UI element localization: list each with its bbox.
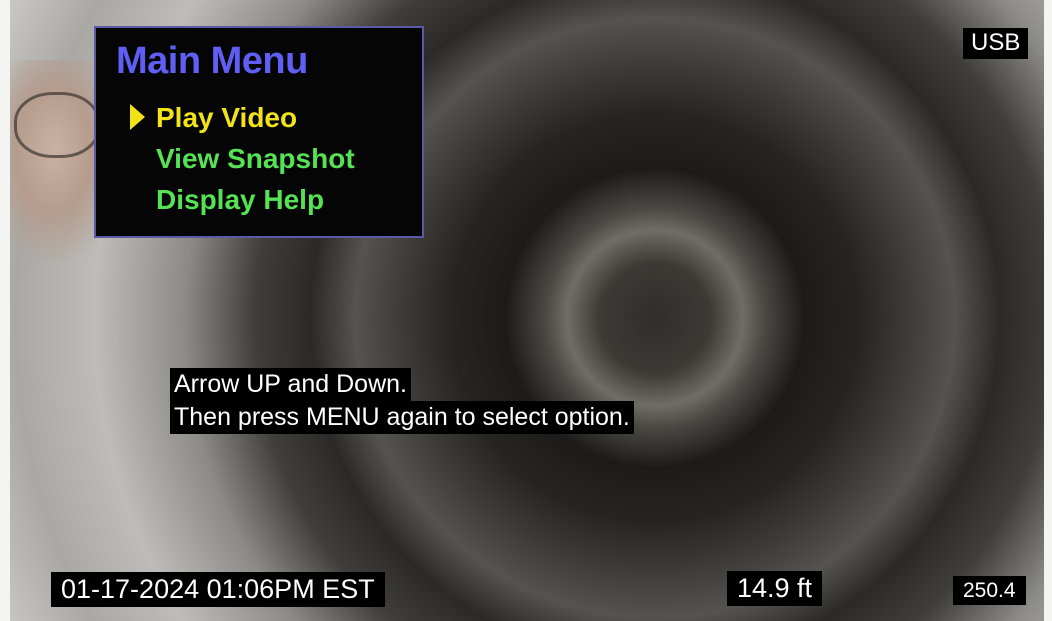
- camera-viewport: Main Menu Play Video View Snapshot Displ…: [0, 0, 1052, 621]
- menu-title: Main Menu: [116, 40, 308, 82]
- counter-readout: 250.4: [953, 576, 1026, 605]
- menu-item-play-video[interactable]: Play Video: [156, 102, 297, 134]
- menu-item-view-snapshot[interactable]: View Snapshot: [156, 143, 355, 175]
- distance-readout: 14.9 ft: [727, 571, 823, 606]
- triangle-right-icon: [130, 104, 145, 130]
- menu-item-display-help[interactable]: Display Help: [156, 184, 324, 216]
- help-line-1: Arrow UP and Down.: [170, 368, 411, 401]
- help-line-2: Then press MENU again to select option.: [170, 401, 634, 434]
- background-glasses: [14, 92, 100, 158]
- help-overlay: Arrow UP and Down. Then press MENU again…: [170, 368, 634, 434]
- main-menu: Main Menu Play Video View Snapshot Displ…: [94, 26, 424, 238]
- datetime-readout: 01-17-2024 01:06PM EST: [51, 572, 385, 607]
- storage-badge: USB: [963, 28, 1029, 59]
